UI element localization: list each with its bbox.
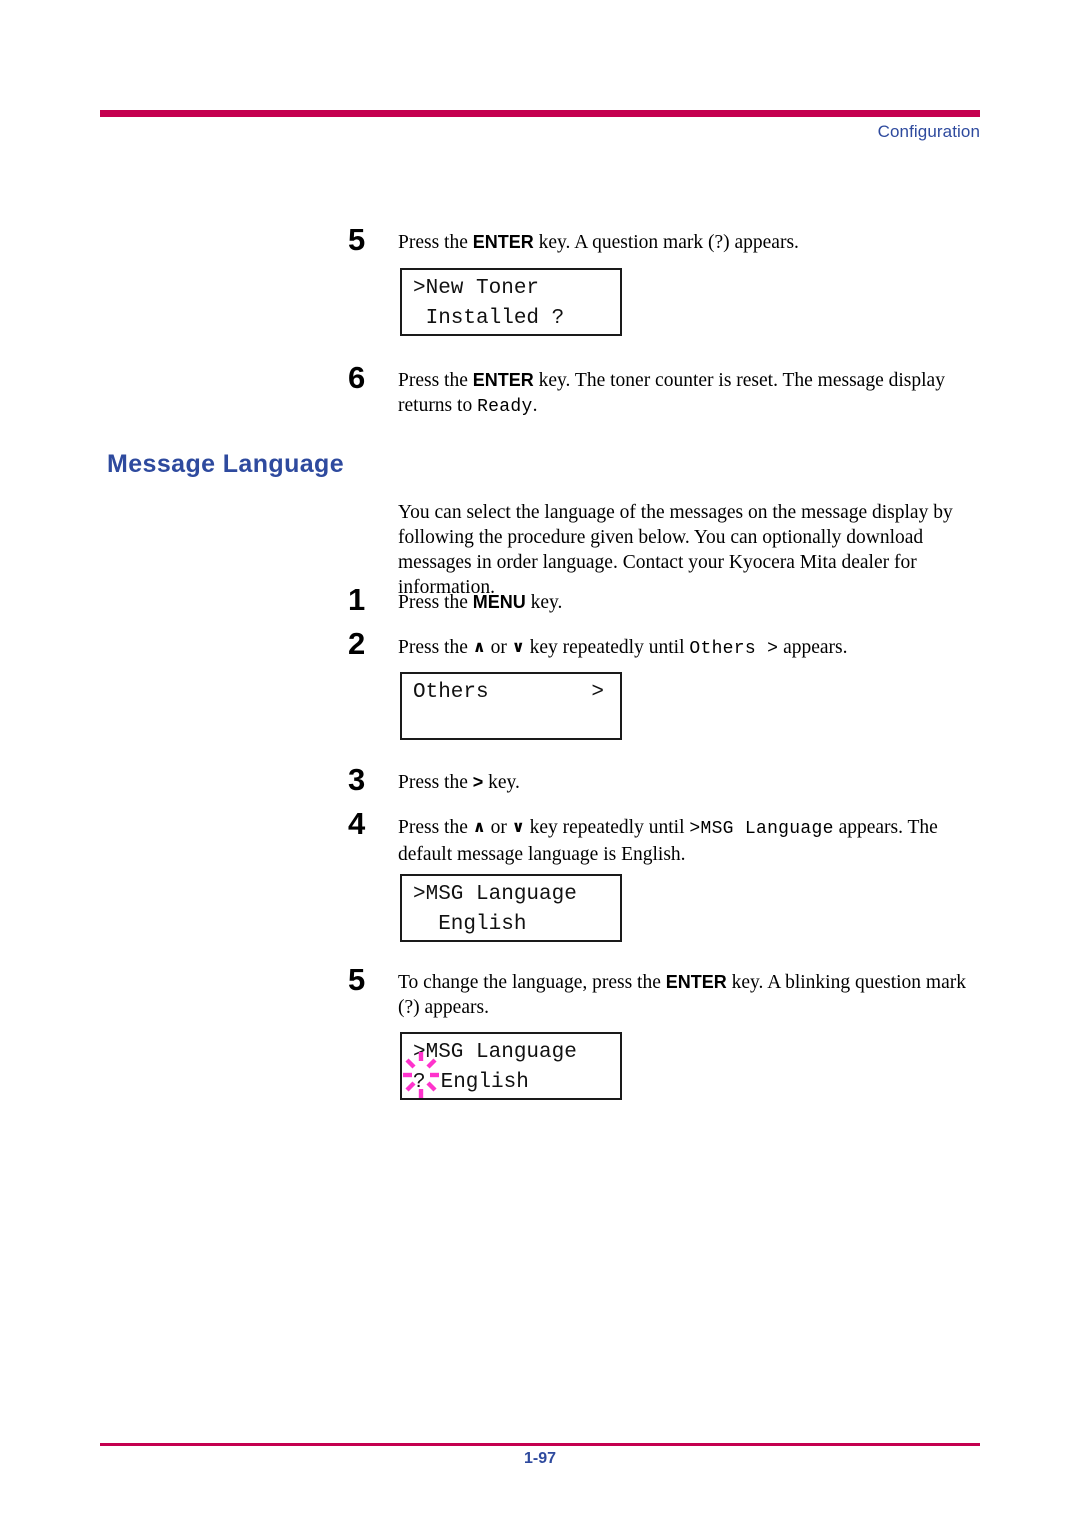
lcd-panel-new-toner: >New Toner Installed ?	[400, 268, 622, 336]
step-text-or: or	[485, 817, 512, 838]
step-number: 5	[348, 962, 366, 997]
header-section-label: Configuration	[877, 122, 980, 141]
step-1-press-menu: 1 Press the MENU key.	[348, 584, 980, 615]
step-3-press-right: 3 Press the > key.	[348, 764, 980, 795]
step-text-after: appears.	[778, 637, 848, 658]
step-text-mid: key repeatedly until	[524, 637, 690, 658]
step-text: Press the MENU key.	[398, 590, 980, 615]
step-text-after: key. A question mark (?) appears.	[533, 232, 799, 253]
lcd-panel-msg-language-blinking: >MSG Language ? English	[400, 1032, 622, 1100]
lcd-line-1-text: >New Toner	[413, 277, 540, 300]
lcd-panel-others: Others >	[400, 672, 622, 740]
step-text: Press the > key.	[398, 770, 980, 795]
step-text-after: key.	[525, 592, 563, 613]
step-text-before: Press the	[398, 232, 473, 253]
page-number: 1-97	[523, 1450, 557, 1467]
step-text-before: To change the language, press the	[398, 972, 666, 993]
key-label-enter: ENTER	[665, 972, 727, 992]
lcd-line-2: English	[402, 910, 620, 940]
lcd-panel-msg-language: >MSG Language English	[400, 874, 622, 942]
step-text-after: key.	[483, 772, 520, 793]
header-rule	[100, 110, 980, 117]
step-number: 4	[348, 806, 366, 841]
lcd-line-2: Installed ?	[402, 304, 620, 334]
lcd-line-2	[402, 708, 620, 738]
lcd-line-2-text: English	[413, 913, 527, 936]
step-text-before: Press the	[398, 370, 473, 391]
section-heading-message-language: Message Language	[107, 450, 345, 478]
blink-char: ?	[413, 1071, 426, 1094]
step-text-before: Press the	[398, 772, 473, 793]
step-text-before: Press the	[398, 817, 473, 838]
section-paragraph: You can select the language of the messa…	[398, 502, 953, 598]
step-text-or: or	[485, 637, 512, 658]
step-2-scroll-to-others: 2 Press the ∧ or ∨ key repeatedly until …	[348, 628, 980, 662]
lcd-line-1: Others >	[402, 678, 620, 708]
lcd-line-1: >MSG Language	[402, 880, 620, 910]
footer-rule	[100, 1443, 980, 1446]
arrow-up-icon: ∧	[472, 637, 486, 656]
step-text: Press the ENTER key. A question mark (?)…	[398, 230, 980, 255]
step-text: Press the ∧ or ∨ key repeatedly until >M…	[398, 814, 980, 867]
display-text-others: Others >	[689, 639, 779, 659]
lcd-right-chevron-icon: >	[591, 681, 604, 704]
key-label-enter: ENTER	[472, 370, 534, 390]
lcd-line-2: ? English	[402, 1052, 620, 1098]
step-text-after: .	[532, 395, 538, 416]
step-text-before: Press the	[398, 637, 473, 658]
lcd-line-1: >MSG Language	[402, 1038, 620, 1068]
step-5-toner: 5 Press the ENTER key. A question mark (…	[348, 224, 980, 255]
step-text: Press the ENTER key. The toner counter i…	[398, 368, 980, 420]
step-6-toner-reset: 6 Press the ENTER key. The toner counter…	[348, 362, 980, 420]
lcd-line-1-text: >MSG Language	[413, 883, 577, 906]
step-number: 5	[348, 222, 366, 257]
step-number: 3	[348, 762, 366, 797]
key-label-enter: ENTER	[472, 232, 534, 252]
step-5-change-language: 5 To change the language, press the ENTE…	[348, 964, 980, 1020]
step-number: 6	[348, 360, 366, 395]
step-text: To change the language, press the ENTER …	[398, 970, 980, 1020]
lcd-line-1: >New Toner	[402, 274, 620, 304]
lcd-line-2-text: Installed ?	[413, 307, 565, 330]
step-number: 1	[348, 582, 366, 617]
blinking-question-mark: ?	[403, 1052, 439, 1098]
step-text-mid: key repeatedly until	[524, 817, 690, 838]
step-text: Press the ∧ or ∨ key repeatedly until Ot…	[398, 634, 980, 662]
step-number: 2	[348, 626, 366, 661]
step-4-scroll-to-msg-language: 4 Press the ∧ or ∨ key repeatedly until …	[348, 808, 980, 867]
lcd-line-2-text: English	[428, 1071, 529, 1094]
key-label-menu: MENU	[472, 592, 526, 612]
display-text-msg-language: >MSG Language	[689, 819, 834, 839]
arrow-down-icon: ∨	[511, 817, 525, 836]
display-text-ready: Ready	[477, 397, 533, 417]
arrow-up-icon: ∧	[472, 817, 486, 836]
lcd-line-1-text: Others	[413, 681, 489, 704]
arrow-down-icon: ∨	[511, 637, 525, 656]
key-label-right-chevron: >	[472, 772, 484, 792]
step-text-before: Press the	[398, 592, 473, 613]
lcd-line-1-text: >MSG Language	[413, 1041, 577, 1064]
